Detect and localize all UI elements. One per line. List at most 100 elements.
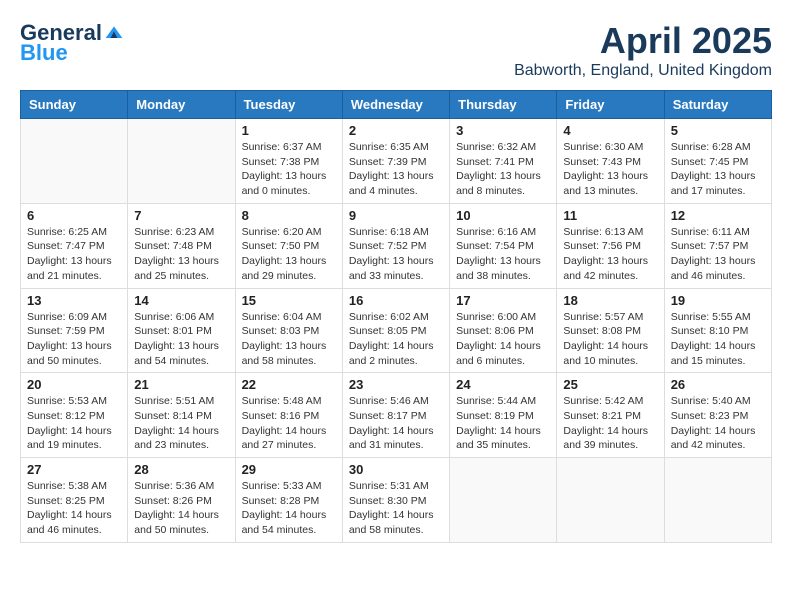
- day-info: Sunrise: 6:30 AMSunset: 7:43 PMDaylight:…: [563, 140, 657, 199]
- weekday-header-thursday: Thursday: [450, 91, 557, 119]
- logo-blue-text: Blue: [20, 40, 68, 66]
- day-info: Sunrise: 6:25 AMSunset: 7:47 PMDaylight:…: [27, 225, 121, 284]
- calendar-cell: 9 Sunrise: 6:18 AMSunset: 7:52 PMDaylight…: [342, 203, 449, 288]
- weekday-header-sunday: Sunday: [21, 91, 128, 119]
- weekday-header-wednesday: Wednesday: [342, 91, 449, 119]
- calendar-cell: 6 Sunrise: 6:25 AMSunset: 7:47 PMDaylight…: [21, 203, 128, 288]
- day-info: Sunrise: 5:53 AMSunset: 8:12 PMDaylight:…: [27, 394, 121, 453]
- day-number: 16: [349, 293, 443, 308]
- day-number: 12: [671, 208, 765, 223]
- day-number: 26: [671, 377, 765, 392]
- location-subtitle: Babworth, England, United Kingdom: [514, 62, 772, 80]
- day-info: Sunrise: 6:04 AMSunset: 8:03 PMDaylight:…: [242, 310, 336, 369]
- calendar-cell: 21 Sunrise: 5:51 AMSunset: 8:14 PMDayligh…: [128, 373, 235, 458]
- day-number: 7: [134, 208, 228, 223]
- weekday-header-tuesday: Tuesday: [235, 91, 342, 119]
- calendar-cell: [664, 458, 771, 543]
- day-info: Sunrise: 6:35 AMSunset: 7:39 PMDaylight:…: [349, 140, 443, 199]
- day-number: 24: [456, 377, 550, 392]
- calendar-cell: 17Sunrise: 6:00 AMSunset: 8:06 PMDayligh…: [450, 288, 557, 373]
- day-info: Sunrise: 5:48 AMSunset: 8:16 PMDaylight:…: [242, 394, 336, 453]
- calendar-cell: 19 Sunrise: 5:55 AMSunset: 8:10 PMDayligh…: [664, 288, 771, 373]
- calendar-cell: 30 Sunrise: 5:31 AMSunset: 8:30 PMDayligh…: [342, 458, 449, 543]
- calendar-cell: [557, 458, 664, 543]
- page-header: General Blue April 2025 Babworth, Englan…: [20, 20, 772, 80]
- calendar-cell: 25 Sunrise: 5:42 AMSunset: 8:21 PMDayligh…: [557, 373, 664, 458]
- day-number: 6: [27, 208, 121, 223]
- weekday-header-friday: Friday: [557, 91, 664, 119]
- day-info: Sunrise: 5:42 AMSunset: 8:21 PMDaylight:…: [563, 394, 657, 453]
- day-info: Sunrise: 5:31 AMSunset: 8:30 PMDaylight:…: [349, 479, 443, 538]
- day-info: Sunrise: 5:36 AMSunset: 8:26 PMDaylight:…: [134, 479, 228, 538]
- calendar-cell: 12 Sunrise: 6:11 AMSunset: 7:57 PMDayligh…: [664, 203, 771, 288]
- weekday-header-saturday: Saturday: [664, 91, 771, 119]
- day-number: 15: [242, 293, 336, 308]
- calendar-cell: 18 Sunrise: 5:57 AMSunset: 8:08 PMDayligh…: [557, 288, 664, 373]
- calendar-cell: 26Sunrise: 5:40 AMSunset: 8:23 PMDayligh…: [664, 373, 771, 458]
- day-info: Sunrise: 5:57 AMSunset: 8:08 PMDaylight:…: [563, 310, 657, 369]
- day-number: 10: [456, 208, 550, 223]
- calendar-cell: 7 Sunrise: 6:23 AMSunset: 7:48 PMDaylight…: [128, 203, 235, 288]
- day-info: Sunrise: 6:23 AMSunset: 7:48 PMDaylight:…: [134, 225, 228, 284]
- calendar-week-row: 27Sunrise: 5:38 AMSunset: 8:25 PMDayligh…: [21, 458, 772, 543]
- day-info: Sunrise: 6:16 AMSunset: 7:54 PMDaylight:…: [456, 225, 550, 284]
- day-number: 14: [134, 293, 228, 308]
- day-number: 22: [242, 377, 336, 392]
- calendar-cell: 15 Sunrise: 6:04 AMSunset: 8:03 PMDayligh…: [235, 288, 342, 373]
- calendar-week-row: 13Sunrise: 6:09 AMSunset: 7:59 PMDayligh…: [21, 288, 772, 373]
- calendar-cell: 24 Sunrise: 5:44 AMSunset: 8:19 PMDayligh…: [450, 373, 557, 458]
- day-info: Sunrise: 6:20 AMSunset: 7:50 PMDaylight:…: [242, 225, 336, 284]
- calendar-week-row: 1Sunrise: 6:37 AMSunset: 7:38 PMDaylight…: [21, 119, 772, 204]
- calendar-cell: 23 Sunrise: 5:46 AMSunset: 8:17 PMDayligh…: [342, 373, 449, 458]
- day-info: Sunrise: 5:46 AMSunset: 8:17 PMDaylight:…: [349, 394, 443, 453]
- calendar-cell: 3 Sunrise: 6:32 AMSunset: 7:41 PMDaylight…: [450, 119, 557, 204]
- calendar-cell: 8 Sunrise: 6:20 AMSunset: 7:50 PMDaylight…: [235, 203, 342, 288]
- calendar-header-row: SundayMondayTuesdayWednesdayThursdayFrid…: [21, 91, 772, 119]
- day-number: 5: [671, 123, 765, 138]
- calendar-cell: 1Sunrise: 6:37 AMSunset: 7:38 PMDaylight…: [235, 119, 342, 204]
- day-info: Sunrise: 6:32 AMSunset: 7:41 PMDaylight:…: [456, 140, 550, 199]
- title-area: April 2025 Babworth, England, United Kin…: [514, 20, 772, 80]
- day-number: 4: [563, 123, 657, 138]
- logo: General Blue: [20, 20, 124, 66]
- day-number: 23: [349, 377, 443, 392]
- day-info: Sunrise: 6:09 AMSunset: 7:59 PMDaylight:…: [27, 310, 121, 369]
- day-info: Sunrise: 5:44 AMSunset: 8:19 PMDaylight:…: [456, 394, 550, 453]
- day-info: Sunrise: 5:51 AMSunset: 8:14 PMDaylight:…: [134, 394, 228, 453]
- logo-icon: [104, 23, 124, 43]
- day-number: 8: [242, 208, 336, 223]
- day-number: 20: [27, 377, 121, 392]
- day-info: Sunrise: 6:28 AMSunset: 7:45 PMDaylight:…: [671, 140, 765, 199]
- day-number: 25: [563, 377, 657, 392]
- calendar-cell: 14Sunrise: 6:06 AMSunset: 8:01 PMDayligh…: [128, 288, 235, 373]
- calendar-week-row: 20 Sunrise: 5:53 AMSunset: 8:12 PMDayligh…: [21, 373, 772, 458]
- calendar-cell: 16 Sunrise: 6:02 AMSunset: 8:05 PMDayligh…: [342, 288, 449, 373]
- day-info: Sunrise: 5:55 AMSunset: 8:10 PMDaylight:…: [671, 310, 765, 369]
- day-number: 21: [134, 377, 228, 392]
- calendar-week-row: 6 Sunrise: 6:25 AMSunset: 7:47 PMDaylight…: [21, 203, 772, 288]
- day-number: 30: [349, 462, 443, 477]
- day-info: Sunrise: 6:00 AMSunset: 8:06 PMDaylight:…: [456, 310, 550, 369]
- calendar-cell: 28 Sunrise: 5:36 AMSunset: 8:26 PMDayligh…: [128, 458, 235, 543]
- calendar-cell: 10 Sunrise: 6:16 AMSunset: 7:54 PMDayligh…: [450, 203, 557, 288]
- day-number: 19: [671, 293, 765, 308]
- day-number: 9: [349, 208, 443, 223]
- calendar-cell: 29Sunrise: 5:33 AMSunset: 8:28 PMDayligh…: [235, 458, 342, 543]
- day-info: Sunrise: 6:02 AMSunset: 8:05 PMDaylight:…: [349, 310, 443, 369]
- calendar-cell: 27Sunrise: 5:38 AMSunset: 8:25 PMDayligh…: [21, 458, 128, 543]
- day-number: 27: [27, 462, 121, 477]
- day-number: 1: [242, 123, 336, 138]
- month-title: April 2025: [514, 20, 772, 62]
- day-number: 18: [563, 293, 657, 308]
- calendar-cell: 13Sunrise: 6:09 AMSunset: 7:59 PMDayligh…: [21, 288, 128, 373]
- calendar-cell: [21, 119, 128, 204]
- day-number: 28: [134, 462, 228, 477]
- calendar-cell: 4 Sunrise: 6:30 AMSunset: 7:43 PMDaylight…: [557, 119, 664, 204]
- day-number: 2: [349, 123, 443, 138]
- day-info: Sunrise: 6:18 AMSunset: 7:52 PMDaylight:…: [349, 225, 443, 284]
- day-info: Sunrise: 5:33 AMSunset: 8:28 PMDaylight:…: [242, 479, 336, 538]
- day-info: Sunrise: 6:11 AMSunset: 7:57 PMDaylight:…: [671, 225, 765, 284]
- day-number: 3: [456, 123, 550, 138]
- calendar-cell: 11Sunrise: 6:13 AMSunset: 7:56 PMDayligh…: [557, 203, 664, 288]
- weekday-header-monday: Monday: [128, 91, 235, 119]
